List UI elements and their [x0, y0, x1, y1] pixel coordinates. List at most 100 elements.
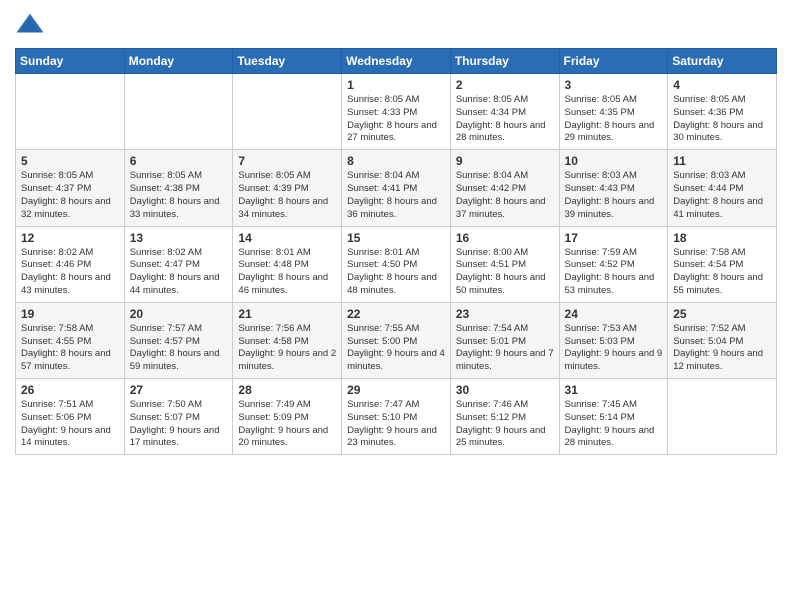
day-number: 11 — [673, 154, 771, 168]
calendar-day-12: 12Sunrise: 8:02 AM Sunset: 4:46 PM Dayli… — [16, 226, 125, 302]
calendar-day-24: 24 Sunrise: 7:53 AM Sunset: 5:03 PM Dayli… — [559, 302, 668, 378]
day-info: Sunrise: 8:05 AM Sunset: 4:37 PM Dayligh… — [21, 170, 119, 221]
calendar-day-30: 30Sunrise: 7:46 AM Sunset: 5:12 PM Dayli… — [450, 379, 559, 455]
calendar-day-25: 25Sunrise: 7:52 AM Sunset: 5:04 PM Dayli… — [668, 302, 777, 378]
day-info: Sunrise: 7:54 AM Sunset: 5:01 PM Dayligh… — [456, 323, 554, 374]
calendar-day-20: 20Sunrise: 7:57 AM Sunset: 4:57 PM Dayli… — [124, 302, 233, 378]
day-info: Sunrise: 7:47 AM Sunset: 5:10 PM Dayligh… — [347, 399, 445, 450]
day-number: 6 — [130, 154, 228, 168]
calendar-week-3: 19 Sunrise: 7:58 AM Sunset: 4:55 PM Dayli… — [16, 302, 777, 378]
calendar-day-26: 26 Sunrise: 7:51 AM Sunset: 5:06 PM Dayli… — [16, 379, 125, 455]
calendar-table: SundayMondayTuesdayWednesdayThursdayFrid… — [15, 48, 777, 455]
calendar-day-18: 18 Sunrise: 7:58 AM Sunset: 4:54 PM Dayli… — [668, 226, 777, 302]
day-number: 29 — [347, 383, 445, 397]
calendar-week-1: 5Sunrise: 8:05 AM Sunset: 4:37 PM Daylig… — [16, 150, 777, 226]
day-info: Sunrise: 8:01 AM Sunset: 4:48 PM Dayligh… — [238, 247, 336, 298]
calendar-day-19: 19 Sunrise: 7:58 AM Sunset: 4:55 PM Dayli… — [16, 302, 125, 378]
day-info: Sunrise: 8:03 AM Sunset: 4:43 PM Dayligh… — [565, 170, 663, 221]
day-info: Sunrise: 7:46 AM Sunset: 5:12 PM Dayligh… — [456, 399, 554, 450]
calendar-week-4: 26 Sunrise: 7:51 AM Sunset: 5:06 PM Dayli… — [16, 379, 777, 455]
day-info: Sunrise: 8:01 AM Sunset: 4:50 PM Dayligh… — [347, 247, 445, 298]
day-number: 31 — [565, 383, 663, 397]
day-number: 3 — [565, 78, 663, 92]
day-number: 23 — [456, 307, 554, 321]
day-info: Sunrise: 7:50 AM Sunset: 5:07 PM Dayligh… — [130, 399, 228, 450]
day-number: 27 — [130, 383, 228, 397]
calendar-day-29: 29 Sunrise: 7:47 AM Sunset: 5:10 PM Dayli… — [342, 379, 451, 455]
page-header — [15, 10, 777, 40]
day-info: Sunrise: 7:58 AM Sunset: 4:54 PM Dayligh… — [673, 247, 771, 298]
day-number: 17 — [565, 231, 663, 245]
calendar-day-13: 13Sunrise: 8:02 AM Sunset: 4:47 PM Dayli… — [124, 226, 233, 302]
day-number: 14 — [238, 231, 336, 245]
calendar-day-14: 14 Sunrise: 8:01 AM Sunset: 4:48 PM Dayli… — [233, 226, 342, 302]
day-number: 7 — [238, 154, 336, 168]
calendar-day-11: 11 Sunrise: 8:03 AM Sunset: 4:44 PM Dayli… — [668, 150, 777, 226]
calendar-empty — [16, 74, 125, 150]
day-number: 24 — [565, 307, 663, 321]
day-number: 21 — [238, 307, 336, 321]
calendar-day-6: 6 Sunrise: 8:05 AM Sunset: 4:38 PM Daylig… — [124, 150, 233, 226]
weekday-header-sunday: Sunday — [16, 49, 125, 74]
day-number: 28 — [238, 383, 336, 397]
day-number: 26 — [21, 383, 119, 397]
day-info: Sunrise: 7:58 AM Sunset: 4:55 PM Dayligh… — [21, 323, 119, 374]
calendar-day-7: 7Sunrise: 8:05 AM Sunset: 4:39 PM Daylig… — [233, 150, 342, 226]
day-info: Sunrise: 8:02 AM Sunset: 4:47 PM Dayligh… — [130, 247, 228, 298]
weekday-header-wednesday: Wednesday — [342, 49, 451, 74]
day-info: Sunrise: 8:05 AM Sunset: 4:34 PM Dayligh… — [456, 94, 554, 145]
day-info: Sunrise: 8:05 AM Sunset: 4:38 PM Dayligh… — [130, 170, 228, 221]
day-number: 16 — [456, 231, 554, 245]
calendar-day-16: 16 Sunrise: 8:00 AM Sunset: 4:51 PM Dayli… — [450, 226, 559, 302]
calendar-day-4: 4 Sunrise: 8:05 AM Sunset: 4:36 PM Daylig… — [668, 74, 777, 150]
calendar-empty — [668, 379, 777, 455]
day-number: 18 — [673, 231, 771, 245]
calendar-day-27: 27 Sunrise: 7:50 AM Sunset: 5:07 PM Dayli… — [124, 379, 233, 455]
day-info: Sunrise: 8:04 AM Sunset: 4:42 PM Dayligh… — [456, 170, 554, 221]
weekday-row: SundayMondayTuesdayWednesdayThursdayFrid… — [16, 49, 777, 74]
day-number: 20 — [130, 307, 228, 321]
calendar-empty — [233, 74, 342, 150]
calendar-week-0: 1 Sunrise: 8:05 AM Sunset: 4:33 PM Daylig… — [16, 74, 777, 150]
calendar-day-23: 23 Sunrise: 7:54 AM Sunset: 5:01 PM Dayli… — [450, 302, 559, 378]
day-info: Sunrise: 8:03 AM Sunset: 4:44 PM Dayligh… — [673, 170, 771, 221]
day-info: Sunrise: 7:55 AM Sunset: 5:00 PM Dayligh… — [347, 323, 445, 374]
calendar-week-2: 12Sunrise: 8:02 AM Sunset: 4:46 PM Dayli… — [16, 226, 777, 302]
weekday-header-friday: Friday — [559, 49, 668, 74]
calendar-body: 1 Sunrise: 8:05 AM Sunset: 4:33 PM Daylig… — [16, 74, 777, 455]
day-number: 4 — [673, 78, 771, 92]
logo-icon — [15, 10, 45, 40]
weekday-header-thursday: Thursday — [450, 49, 559, 74]
day-number: 8 — [347, 154, 445, 168]
calendar-day-3: 3 Sunrise: 8:05 AM Sunset: 4:35 PM Daylig… — [559, 74, 668, 150]
day-info: Sunrise: 7:51 AM Sunset: 5:06 PM Dayligh… — [21, 399, 119, 450]
calendar-empty — [124, 74, 233, 150]
day-info: Sunrise: 8:05 AM Sunset: 4:35 PM Dayligh… — [565, 94, 663, 145]
day-number: 9 — [456, 154, 554, 168]
day-info: Sunrise: 7:59 AM Sunset: 4:52 PM Dayligh… — [565, 247, 663, 298]
calendar-day-8: 8 Sunrise: 8:04 AM Sunset: 4:41 PM Daylig… — [342, 150, 451, 226]
calendar-header: SundayMondayTuesdayWednesdayThursdayFrid… — [16, 49, 777, 74]
day-number: 15 — [347, 231, 445, 245]
calendar-day-21: 21 Sunrise: 7:56 AM Sunset: 4:58 PM Dayli… — [233, 302, 342, 378]
day-info: Sunrise: 8:05 AM Sunset: 4:33 PM Dayligh… — [347, 94, 445, 145]
day-info: Sunrise: 7:53 AM Sunset: 5:03 PM Dayligh… — [565, 323, 663, 374]
calendar-day-10: 10 Sunrise: 8:03 AM Sunset: 4:43 PM Dayli… — [559, 150, 668, 226]
day-number: 22 — [347, 307, 445, 321]
calendar-day-17: 17 Sunrise: 7:59 AM Sunset: 4:52 PM Dayli… — [559, 226, 668, 302]
weekday-header-saturday: Saturday — [668, 49, 777, 74]
day-info: Sunrise: 8:00 AM Sunset: 4:51 PM Dayligh… — [456, 247, 554, 298]
calendar-day-31: 31Sunrise: 7:45 AM Sunset: 5:14 PM Dayli… — [559, 379, 668, 455]
calendar-day-9: 9 Sunrise: 8:04 AM Sunset: 4:42 PM Daylig… — [450, 150, 559, 226]
weekday-header-tuesday: Tuesday — [233, 49, 342, 74]
calendar-day-2: 2Sunrise: 8:05 AM Sunset: 4:34 PM Daylig… — [450, 74, 559, 150]
day-info: Sunrise: 7:49 AM Sunset: 5:09 PM Dayligh… — [238, 399, 336, 450]
day-number: 19 — [21, 307, 119, 321]
calendar-day-1: 1 Sunrise: 8:05 AM Sunset: 4:33 PM Daylig… — [342, 74, 451, 150]
day-info: Sunrise: 8:05 AM Sunset: 4:36 PM Dayligh… — [673, 94, 771, 145]
day-info: Sunrise: 8:04 AM Sunset: 4:41 PM Dayligh… — [347, 170, 445, 221]
day-number: 10 — [565, 154, 663, 168]
day-info: Sunrise: 7:56 AM Sunset: 4:58 PM Dayligh… — [238, 323, 336, 374]
day-number: 1 — [347, 78, 445, 92]
calendar-day-5: 5Sunrise: 8:05 AM Sunset: 4:37 PM Daylig… — [16, 150, 125, 226]
